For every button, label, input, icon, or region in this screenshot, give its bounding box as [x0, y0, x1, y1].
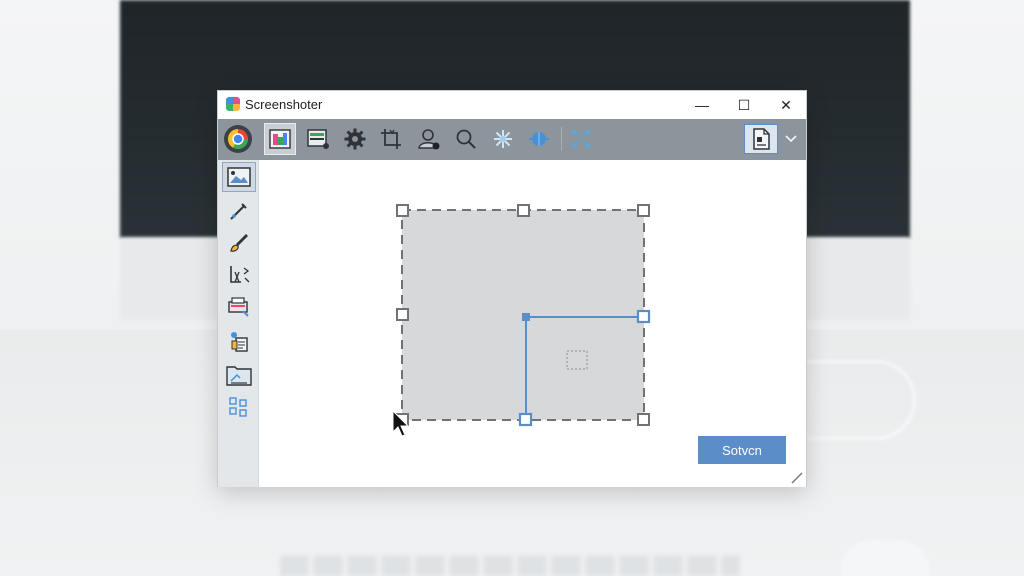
settings-button[interactable] [339, 123, 371, 155]
stack-button[interactable] [302, 123, 334, 155]
stack-icon [307, 129, 329, 149]
folder-tool-icon [226, 366, 252, 386]
handle-middle-right[interactable] [636, 309, 651, 324]
handle-bottom-center[interactable] [518, 412, 533, 427]
close-button[interactable]: ✕ [764, 91, 808, 119]
user-button[interactable] [413, 123, 445, 155]
sidebar-item-brush[interactable] [222, 228, 256, 258]
app-window: Screenshoter — ☐ ✕ Sotvcn [217, 90, 807, 487]
toolbar-separator [561, 127, 562, 151]
transform-tool-icon [230, 266, 250, 283]
share-button[interactable] [523, 123, 555, 155]
sidebar-item-image[interactable] [222, 162, 256, 192]
tool-sidebar [218, 160, 259, 487]
dropdown-button[interactable] [780, 123, 802, 155]
handle-top-right[interactable] [637, 204, 650, 217]
image-capture-icon [269, 129, 291, 149]
sparkle-icon [494, 130, 512, 148]
document-icon [753, 128, 770, 150]
crop-icon [381, 129, 401, 149]
image-tool-icon [227, 167, 251, 187]
resize-grip-icon[interactable] [790, 471, 804, 485]
crop-button[interactable] [375, 123, 407, 155]
expand-button[interactable] [565, 123, 597, 155]
effects-button[interactable] [487, 123, 519, 155]
sidebar-item-clipboard[interactable] [222, 327, 256, 357]
grid-tool-icon [229, 397, 247, 417]
sidebar-item-grid[interactable] [222, 392, 256, 422]
app-logo-icon [226, 97, 240, 111]
brush-tool-icon [230, 234, 248, 252]
globe-icon [529, 132, 549, 146]
handle-top-left[interactable] [396, 204, 409, 217]
sidebar-item-folder[interactable] [222, 360, 256, 390]
minimize-button[interactable]: — [680, 91, 724, 119]
toolbar [218, 119, 806, 160]
maximize-button[interactable]: ☐ [722, 91, 766, 119]
submit-button[interactable]: Sotvcn [698, 436, 786, 464]
chevron-down-icon [785, 135, 797, 143]
background-cable [806, 360, 916, 440]
browser-icon [224, 125, 252, 153]
pen-tool-icon [230, 203, 247, 220]
sidebar-item-pen[interactable] [222, 196, 256, 226]
image-capture-button[interactable] [264, 123, 296, 155]
browser-button[interactable] [222, 123, 254, 155]
background-keyboard [280, 555, 740, 576]
search-button[interactable] [450, 123, 482, 155]
document-button[interactable] [744, 124, 778, 154]
print-tool-icon [228, 297, 249, 317]
search-icon [456, 129, 476, 149]
handle-bottom-right[interactable] [637, 413, 650, 426]
guide-anchor[interactable] [522, 313, 530, 321]
user-icon [418, 129, 440, 150]
handle-top-center[interactable] [517, 204, 530, 217]
sidebar-item-transform[interactable] [222, 260, 256, 290]
clipboard-tool-icon [231, 332, 248, 352]
handle-middle-left[interactable] [396, 308, 409, 321]
sidebar-item-print[interactable] [222, 292, 256, 322]
title-bar[interactable]: Screenshoter — ☐ ✕ [218, 91, 806, 119]
gear-icon [344, 128, 366, 150]
expand-icon [572, 130, 590, 148]
window-title: Screenshoter [245, 97, 323, 112]
background-mouse [840, 540, 930, 576]
